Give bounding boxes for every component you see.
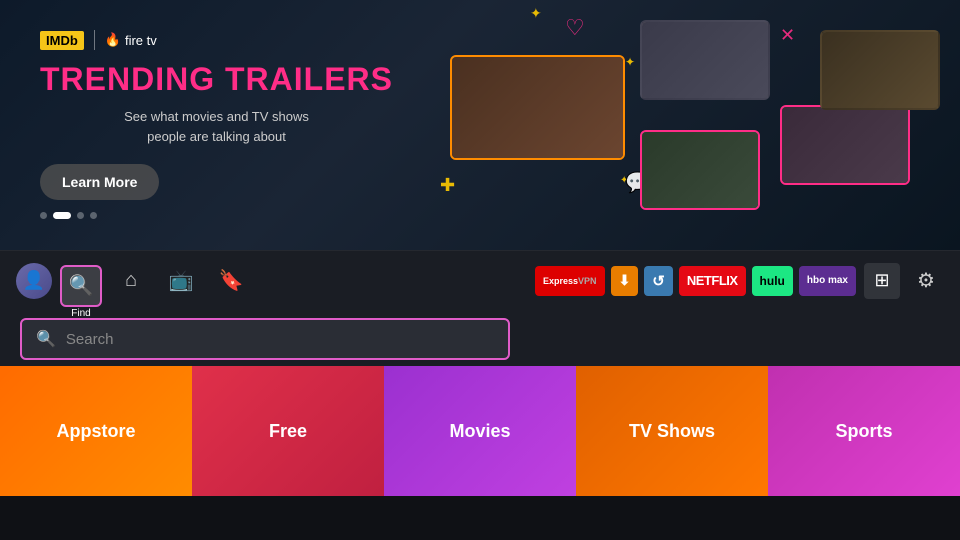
heart-icon: ♡	[565, 15, 585, 41]
tv-icon: 📺	[169, 268, 194, 293]
all-apps-button[interactable]: ⊞	[864, 263, 900, 299]
hero-content-left: IMDb 🔥 fire tv TRENDING TRAILERS See wha…	[40, 30, 393, 219]
movie-card-4[interactable]	[780, 105, 910, 185]
hero-cards-area: ♡ ✦ ✦ ✦ 💬 👍 ✕ ✚	[390, 0, 960, 250]
hero-banner: IMDb 🔥 fire tv TRENDING TRAILERS See wha…	[0, 0, 960, 250]
gear-icon: ⚙	[917, 268, 935, 293]
sparkle-icon-1: ✦	[530, 5, 542, 22]
find-nav-button[interactable]: 🔍 Find	[60, 265, 102, 307]
search-container: 🔍 Search	[0, 310, 960, 366]
firetv-logo: 🔥 fire tv	[105, 32, 157, 48]
search-magnifier-icon: 🔍	[36, 329, 56, 349]
find-label: Find	[71, 308, 90, 319]
movie-card-1[interactable]	[450, 55, 625, 160]
category-tiles: Appstore Free Movies TV Shows Sports	[0, 366, 960, 496]
bookmark-nav-button[interactable]: 🔖	[210, 260, 252, 302]
hero-subtitle: See what movies and TV shows people are …	[40, 107, 393, 146]
movie-card-5[interactable]	[820, 30, 940, 110]
dot-4[interactable]	[90, 212, 97, 219]
netflix-app[interactable]: NETFLIX	[679, 266, 746, 296]
search-bar[interactable]: 🔍 Search	[20, 318, 510, 360]
sync-app[interactable]: ↺	[644, 266, 673, 296]
category-movies[interactable]: Movies	[384, 366, 576, 496]
slide-indicators	[40, 212, 393, 219]
sparkle-icon-2: ✦	[625, 55, 635, 69]
fire-icon: 🔥	[105, 32, 121, 48]
category-appstore[interactable]: Appstore	[0, 366, 192, 496]
learn-more-button[interactable]: Learn More	[40, 164, 159, 200]
dot-3[interactable]	[77, 212, 84, 219]
app-shortcuts: Express VPN ⬇ ↺ NETFLIX hulu hbo max	[535, 266, 856, 296]
category-free[interactable]: Free	[192, 366, 384, 496]
close-x-icon: ✕	[780, 25, 795, 46]
grid-icon: ⊞	[874, 270, 889, 291]
hbomax-app[interactable]: hbo max	[799, 266, 856, 296]
movie-card-2[interactable]	[640, 20, 770, 100]
bookmark-icon: 🔖	[219, 268, 244, 293]
hero-title: TRENDING TRAILERS	[40, 62, 393, 97]
movie-card-3[interactable]	[640, 130, 760, 210]
search-icon: 🔍	[69, 273, 94, 298]
navbar: 👤 🔍 Find ⌂ 📺 🔖 Express VPN ⬇ ↺ NETFLIX h…	[0, 250, 960, 310]
dot-1[interactable]	[40, 212, 47, 219]
settings-button[interactable]: ⚙	[908, 263, 944, 299]
user-avatar[interactable]: 👤	[16, 263, 52, 299]
downloader-app[interactable]: ⬇	[611, 266, 639, 296]
expressvpn-app[interactable]: Express VPN	[535, 266, 605, 296]
home-nav-button[interactable]: ⌂	[110, 260, 152, 302]
hero-logos: IMDb 🔥 fire tv	[40, 30, 393, 50]
dot-2[interactable]	[53, 212, 71, 219]
hulu-app[interactable]: hulu	[752, 266, 793, 296]
plus-icon: ✚	[440, 175, 455, 196]
logo-divider	[94, 30, 95, 50]
home-icon: ⌂	[125, 269, 137, 292]
imdb-logo: IMDb	[40, 31, 84, 50]
category-sports[interactable]: Sports	[768, 366, 960, 496]
tv-nav-button[interactable]: 📺	[160, 260, 202, 302]
search-placeholder: Search	[66, 331, 114, 348]
category-tvshows[interactable]: TV Shows	[576, 366, 768, 496]
